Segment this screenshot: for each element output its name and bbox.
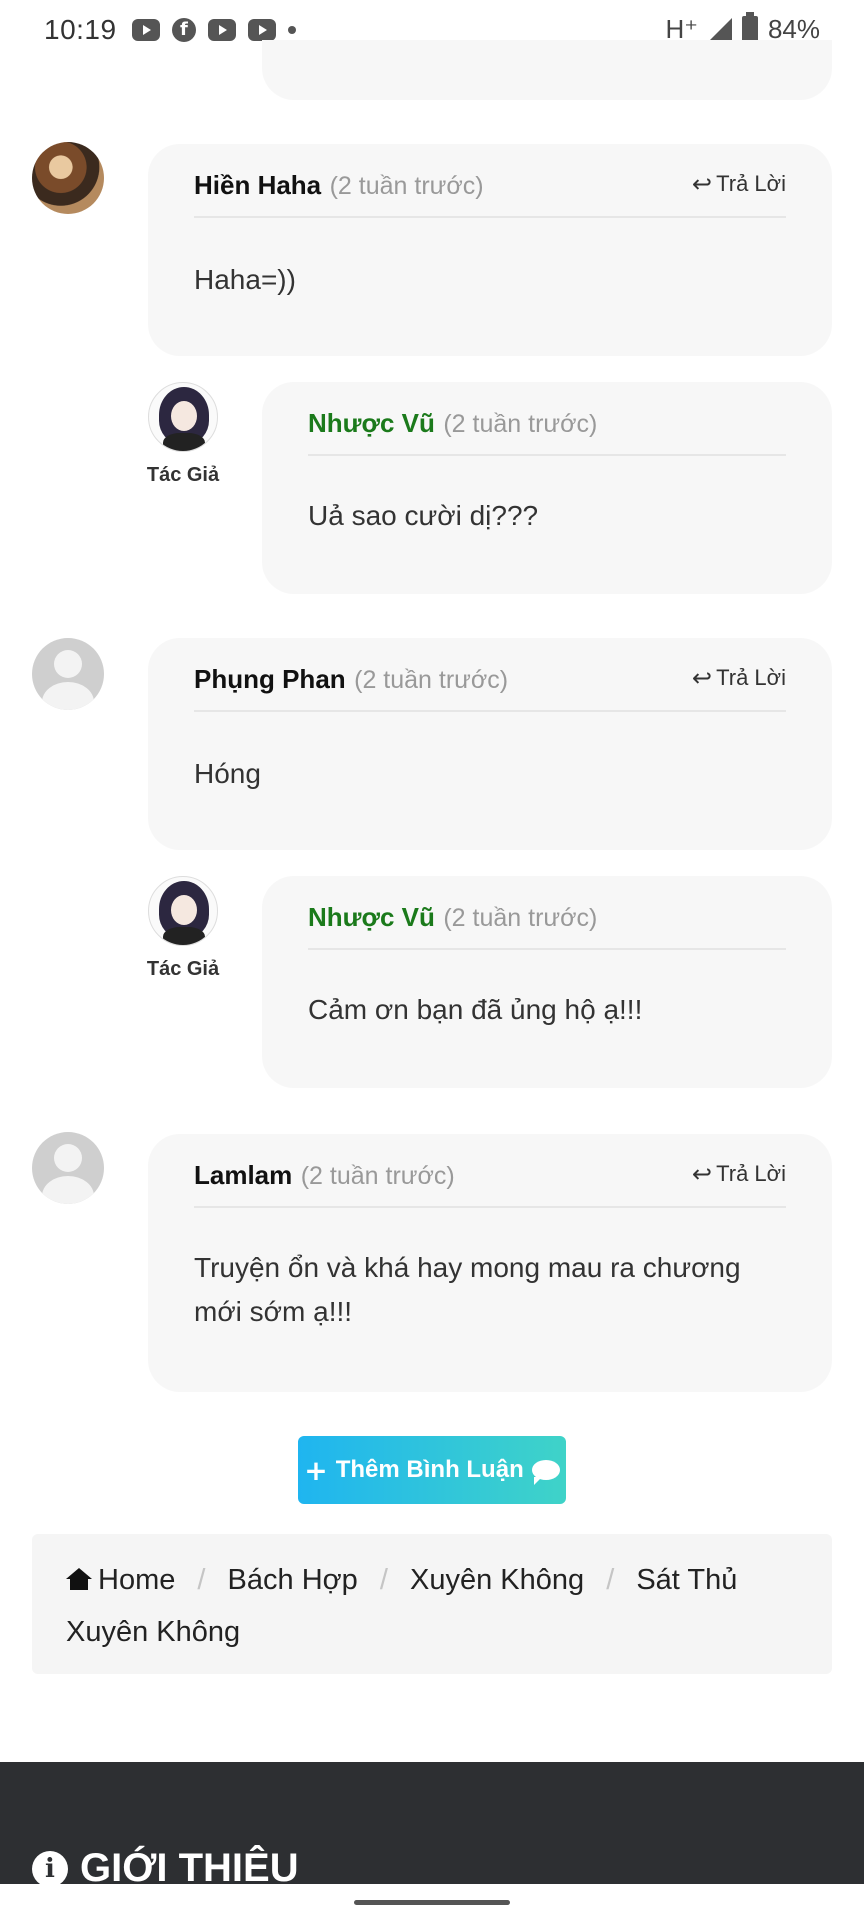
- reply-content: Cảm ơn bạn đã ủng hộ ạ!!!: [308, 994, 643, 1025]
- comment-time: (2 tuần trước): [354, 666, 509, 694]
- youtube-icon: [208, 19, 236, 41]
- avatar[interactable]: [32, 142, 104, 214]
- author-badge: Tác Giả: [146, 464, 220, 486]
- comment-header: Phụng Phan (2 tuần trước) ↩ Trả Lời: [194, 664, 786, 712]
- breadcrumb-separator: /: [606, 1564, 615, 1596]
- comment-header: Hiền Haha (2 tuần trước) ↩ Trả Lời: [194, 170, 786, 218]
- reply-label: Trả Lời: [716, 171, 786, 196]
- avatar[interactable]: [32, 638, 104, 710]
- comment-time: (2 tuần trước): [329, 172, 484, 200]
- breadcrumb-separator: /: [197, 1564, 206, 1596]
- comment-bubble: Phụng Phan (2 tuần trước) ↩ Trả Lời Hóng: [148, 638, 832, 850]
- reply-label: Trả Lời: [716, 1161, 786, 1186]
- reply-author[interactable]: Nhược Vũ: [308, 902, 435, 932]
- author-avatar[interactable]: [148, 876, 218, 946]
- status-time: 10:19: [44, 14, 117, 45]
- breadcrumb: Home / Bách Hợp / Xuyên Không / Sát Thủ …: [32, 1534, 832, 1674]
- reply-bubble: Nhược Vũ (2 tuần trước) Uả sao cười dị??…: [262, 382, 832, 594]
- reply-button[interactable]: ↩ Trả Lời: [692, 664, 786, 692]
- reply-time: (2 tuần trước): [443, 410, 598, 438]
- reply-button[interactable]: ↩ Trả Lời: [692, 170, 786, 198]
- comment-content: Hóng: [194, 758, 261, 789]
- chat-icon: [531, 1460, 560, 1485]
- comment-content: Haha=)): [194, 264, 296, 295]
- reply-time: (2 tuần trước): [443, 904, 598, 932]
- previous-comment-bubble: [262, 40, 832, 100]
- youtube-icon: [248, 19, 276, 41]
- reply-header: Nhược Vũ (2 tuần trước): [308, 408, 786, 456]
- home-indicator[interactable]: [354, 1900, 510, 1905]
- signal-icon: [707, 17, 732, 42]
- comment-bubble: Lamlam (2 tuần trước) ↩ Trả Lời Truyện ổ…: [148, 1134, 832, 1392]
- youtube-icon: [132, 19, 160, 41]
- reply-label: Trả Lời: [716, 665, 786, 690]
- breadcrumb-item[interactable]: Bách Hợp: [228, 1564, 358, 1596]
- author-badge: Tác Giả: [146, 958, 220, 980]
- author-avatar[interactable]: [148, 382, 218, 452]
- reply-icon: ↩: [692, 1160, 713, 1188]
- breadcrumb-item[interactable]: Xuyên Không: [410, 1564, 584, 1596]
- add-comment-button[interactable]: + Thêm Bình Luận: [298, 1436, 566, 1504]
- reply-author[interactable]: Nhược Vũ: [308, 408, 435, 438]
- breadcrumb-separator: /: [379, 1564, 388, 1596]
- comment-author[interactable]: Phụng Phan: [194, 664, 346, 694]
- breadcrumb-home[interactable]: Home: [66, 1564, 175, 1596]
- notification-icons: [132, 18, 296, 42]
- comment-time: (2 tuần trước): [300, 1162, 455, 1190]
- plus-icon: +: [304, 1453, 328, 1487]
- comment-bubble: Hiền Haha (2 tuần trước) ↩ Trả Lời Haha=…: [148, 144, 832, 356]
- info-icon: i: [32, 1850, 68, 1887]
- avatar[interactable]: [32, 1132, 104, 1204]
- more-notifications-dot: [288, 26, 296, 34]
- home-icon: [66, 1568, 92, 1590]
- reply-icon: ↩: [692, 664, 713, 692]
- reply-content: Uả sao cười dị???: [308, 500, 539, 531]
- reply-icon: ↩: [692, 170, 713, 198]
- comment-author[interactable]: Hiền Haha: [194, 170, 321, 200]
- comment-content: Truyện ổn và khá hay mong mau ra chương …: [194, 1252, 741, 1327]
- add-comment-label: Thêm Bình Luận: [335, 1456, 524, 1483]
- comment-header: Lamlam (2 tuần trước) ↩ Trả Lời: [194, 1160, 786, 1208]
- facebook-icon: [172, 18, 196, 42]
- reply-bubble: Nhược Vũ (2 tuần trước) Cảm ơn bạn đã ủn…: [262, 876, 832, 1088]
- reply-button[interactable]: ↩ Trả Lời: [692, 1160, 786, 1188]
- reply-header: Nhược Vũ (2 tuần trước): [308, 902, 786, 950]
- comment-author[interactable]: Lamlam: [194, 1160, 292, 1190]
